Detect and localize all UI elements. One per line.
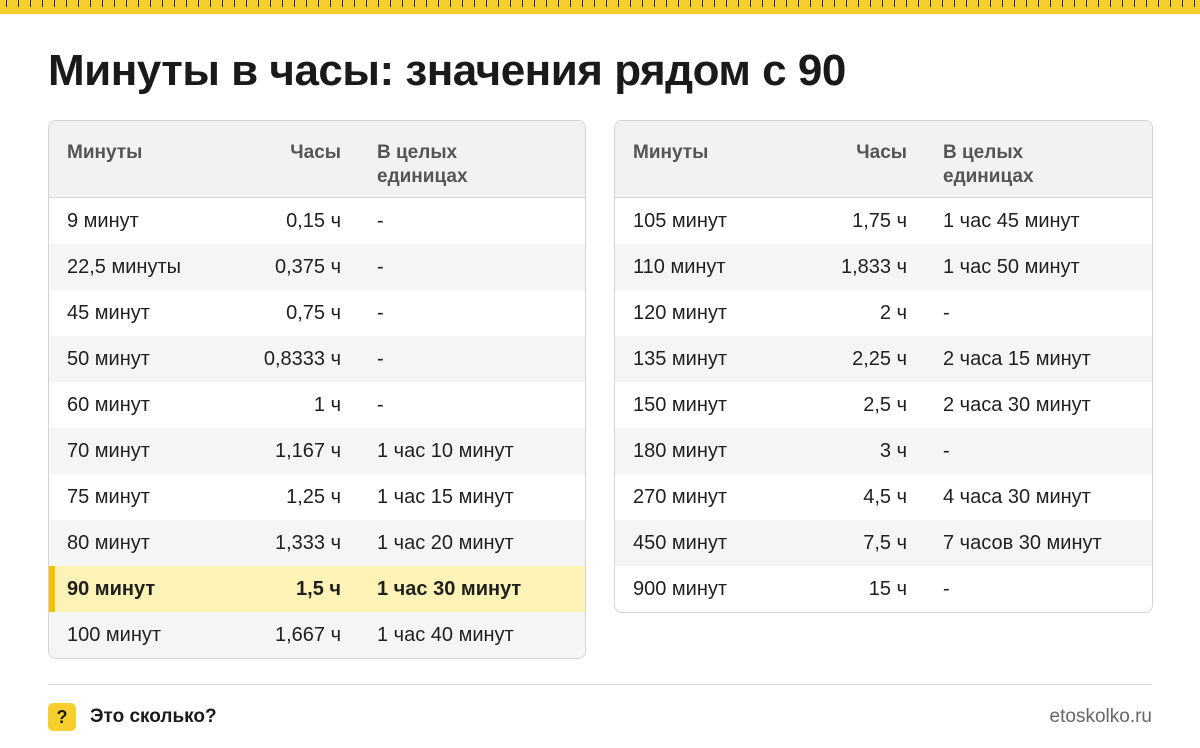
cell-minutes: 110 минут (633, 255, 726, 278)
table-body: 9 минут 0,15 ч -22,5 минуты 0,375 ч -45 мину… (49, 198, 585, 658)
cell-minutes: 180 минут (633, 439, 728, 462)
cell-minutes: 50 минут (67, 347, 150, 370)
footer-divider (48, 684, 1152, 685)
cell-hours: 3 ч (879, 439, 907, 462)
cell-minutes: 120 минут (633, 301, 728, 324)
cell-whole-units: 1 час 10 минут (377, 439, 514, 462)
cell-minutes: 70 минут (67, 439, 150, 462)
page-title: Минуты в часы: значения рядом с 90 (48, 46, 846, 95)
cell-hours: 1,167 ч (274, 439, 341, 462)
cell-whole-units: - (377, 255, 384, 278)
cell-hours: 0,375 ч (274, 255, 341, 278)
site-url[interactable]: etoskolko.ru (1050, 706, 1152, 728)
table-body: 105 минут 1,75 ч 1 час 45 минут 110 минут 1,… (615, 198, 1152, 612)
table-row: 45 минут 0,75 ч - (49, 290, 585, 336)
cell-hours: 0,75 ч (286, 301, 341, 324)
cell-whole-units: 1 час 30 минут (377, 577, 522, 600)
cell-whole-units: 1 час 15 минут (377, 485, 514, 508)
cell-whole-units: 2 часа 15 минут (943, 347, 1091, 370)
table-row: 70 минут 1,167 ч 1 час 10 минут (49, 428, 585, 474)
table-row: 270 минут 4,5 ч 4 часа 30 минут (615, 474, 1152, 520)
table-row: 900 минут 15 ч - (615, 566, 1152, 612)
brand-name: Это сколько? (90, 706, 217, 727)
cell-hours: 0,15 ч (286, 209, 341, 232)
cell-hours: 1,667 ч (274, 623, 341, 646)
table-row: 80 минут 1,333 ч 1 час 20 минут (49, 520, 585, 566)
cell-hours: 2 ч (879, 301, 907, 324)
cell-minutes: 900 минут (633, 577, 728, 600)
table-row: 110 минут 1,833 ч 1 час 50 минут (615, 244, 1152, 290)
cell-whole-units: 1 час 20 минут (377, 531, 514, 554)
cell-hours: 0,8333 ч (263, 347, 341, 370)
cell-whole-units: 1 час 45 минут (943, 209, 1080, 232)
cell-minutes: 90 минут (67, 577, 156, 600)
table-row: 100 минут 1,667 ч 1 час 40 минут (49, 612, 585, 658)
cell-minutes: 105 минут (633, 209, 728, 232)
cell-whole-units: 1 час 50 минут (943, 255, 1080, 278)
cell-whole-units: 1 час 40 минут (377, 623, 514, 646)
table-row: 105 минут 1,75 ч 1 час 45 минут (615, 198, 1152, 244)
header-minutes: Минуты (633, 142, 709, 163)
table-row: 22,5 минуты 0,375 ч - (49, 244, 585, 290)
cell-whole-units: 7 часов 30 минут (943, 531, 1102, 554)
cell-hours: 1,25 ч (286, 485, 341, 508)
cell-hours: 7,5 ч (863, 531, 907, 554)
table-row: 50 минут 0,8333 ч - (49, 336, 585, 382)
table-header: Минуты Часы В целых единицах (615, 121, 1152, 198)
cell-minutes: 22,5 минуты (67, 255, 181, 278)
conversion-table-left: Минуты Часы В целых единицах 9 минут 0,15… (48, 120, 586, 659)
cell-minutes: 60 минут (67, 393, 150, 416)
cell-whole-units: - (377, 209, 384, 232)
cell-whole-units: - (943, 577, 950, 600)
cell-minutes: 150 минут (633, 393, 728, 416)
cell-hours: 1,75 ч (852, 209, 907, 232)
cell-whole-units: - (943, 301, 950, 324)
table-row: 180 минут 3 ч - (615, 428, 1152, 474)
cell-hours: 1,333 ч (274, 531, 341, 554)
cell-minutes: 135 минут (633, 347, 728, 370)
cell-whole-units: - (377, 393, 384, 416)
conversion-table-right: Минуты Часы В целых единицах 105 минут 1,… (614, 120, 1153, 613)
cell-minutes: 100 минут (67, 623, 162, 646)
question-badge-icon: ? (48, 703, 76, 731)
table-row: 135 минут 2,25 ч 2 часа 15 минут (615, 336, 1152, 382)
cell-whole-units: - (943, 439, 950, 462)
ruler-strip (0, 0, 1200, 14)
table-row: 60 минут 1 ч - (49, 382, 585, 428)
header-hours: Часы (290, 142, 341, 163)
table-row: 75 минут 1,25 ч 1 час 15 минут (49, 474, 585, 520)
cell-minutes: 270 минут (633, 485, 728, 508)
cell-hours: 4,5 ч (863, 485, 907, 508)
cell-minutes: 9 минут (67, 209, 139, 232)
cell-hours: 2,5 ч (863, 393, 907, 416)
table-row: 150 минут 2,5 ч 2 часа 30 минут (615, 382, 1152, 428)
header-hours: Часы (856, 142, 907, 163)
cell-hours: 15 ч (868, 577, 907, 600)
cell-minutes: 75 минут (67, 485, 150, 508)
cell-hours: 2,25 ч (852, 347, 907, 370)
cell-whole-units: 2 часа 30 минут (943, 393, 1091, 416)
table-row: 450 минут 7,5 ч 7 часов 30 минут (615, 520, 1152, 566)
cell-hours: 1,5 ч (296, 577, 341, 600)
cell-hours: 1,833 ч (840, 255, 907, 278)
table-row: 9 минут 0,15 ч - (49, 198, 585, 244)
header-minutes: Минуты (67, 142, 143, 163)
cell-hours: 1 ч (313, 393, 341, 416)
cell-minutes: 45 минут (67, 301, 150, 324)
cell-whole-units: - (377, 301, 384, 324)
header-whole-units: В целых единицах (377, 142, 468, 187)
header-whole-units: В целых единицах (943, 142, 1034, 187)
cell-minutes: 80 минут (67, 531, 150, 554)
table-row-highlighted: 90 минут 1,5 ч 1 час 30 минут (49, 566, 585, 612)
table-header: Минуты Часы В целых единицах (49, 121, 585, 198)
table-row: 120 минут 2 ч - (615, 290, 1152, 336)
cell-whole-units: 4 часа 30 минут (943, 485, 1091, 508)
cell-whole-units: - (377, 347, 384, 370)
cell-minutes: 450 минут (633, 531, 728, 554)
